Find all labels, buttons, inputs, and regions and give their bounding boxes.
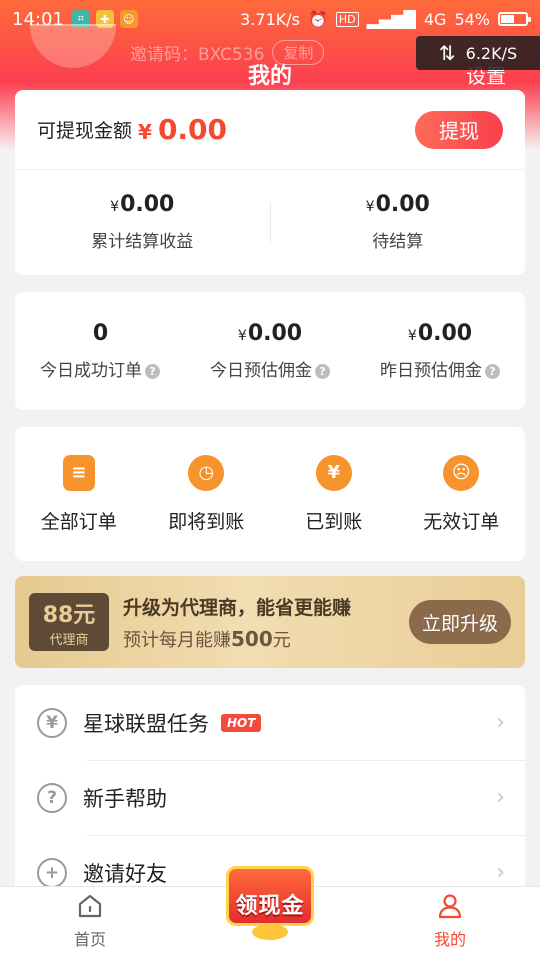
upgrade-button[interactable]: 立即升级 [409,600,511,644]
pending-settlement[interactable]: ¥0.00 待结算 [271,192,526,252]
pending-amount: 0.00 [375,192,430,217]
upgrade-title: 升级为代理商，能省更能赚 [123,596,352,619]
subtitle-amount: 500 [231,626,273,651]
currency-symbol: ¥ [365,199,375,215]
daily-stats-card: 0 今日成功订单? ¥0.00 今日预估佣金? ¥0.00 昨日预估佣金? [15,292,525,410]
nav-home-label: 首页 [73,930,106,949]
withdrawable-amount: ¥0.00 [138,113,227,146]
upgrade-subtitle: 预计每月能赚500元 [123,626,351,652]
balance-card: 可提现金额 ¥0.00 提现 ¥0.00 累计结算收益 ¥0.00 待结算 [15,90,525,275]
agent-price-badge: 88元 代理商 [29,593,109,651]
withdraw-button[interactable]: 提现 [415,110,503,149]
upgrade-text: 升级为代理商，能省更能赚 预计每月能赚500元 [123,593,351,652]
stat-number: 0.00 [247,321,303,346]
nav-home[interactable]: 首页 [0,887,180,960]
menu-label: 星球联盟任务 [83,711,209,736]
currency-symbol: ¥ [237,328,247,344]
stat-yesterday-commission[interactable]: ¥0.00 昨日预估佣金? [355,321,525,381]
cumulative-label: 累计结算收益 [91,232,194,252]
nav-mine-label: 我的 [433,930,466,949]
withdrawable-row: 可提现金额 ¥0.00 提现 [15,90,525,170]
cumulative-earnings[interactable]: ¥0.00 累计结算收益 [15,192,270,252]
transfer-arrows-icon: ⇅ [438,41,456,65]
stat-today-commission[interactable]: ¥0.00 今日预估佣金? [185,321,355,381]
hot-badge: HOT [221,713,262,732]
claim-cash-label: 领现金 [235,894,305,919]
yen-circle-icon: ¥ [37,707,67,738]
pending-value: ¥0.00 [271,192,526,217]
help-circle-icon: ? [37,782,67,813]
stat-label: 昨日预估佣金? [355,356,525,381]
cumulative-value: ¥0.00 [15,192,270,217]
menu-item-alliance-tasks[interactable]: ¥ 星球联盟任务 HOT › [15,685,525,760]
alarm-icon: ⏰ [307,9,328,29]
face-app-icon: ☺ [119,10,138,28]
sad-face-icon: ☹ [443,454,480,491]
stat-number: 0 [92,321,109,346]
signal-icon: ▂▄▆█ [366,9,416,29]
status-battery-text: 54% [454,9,490,29]
status-network: 4G [423,9,447,29]
menu-label: 邀请好友 [83,861,167,886]
currency-symbol: ¥ [110,199,120,215]
withdrawable-label: 可提现金额 [37,120,133,142]
badge-amount: 88元 [42,602,96,628]
stat-label-text: 昨日预估佣金 [380,361,482,381]
order-invalid[interactable]: ☹ 无效订单 [398,454,526,534]
subtitle-suffix: 元 [272,629,291,651]
subtitle-prefix: 预计每月能赚 [123,629,231,651]
stat-label: 今日预估佣金? [185,356,355,381]
orders-card: ≡ 全部订单 ◷ 即将到账 ¥ 已到账 ☹ 无效订单 [15,427,525,561]
order-label: 已到账 [305,510,363,533]
question-icon[interactable]: ? [145,364,160,379]
nav-mine[interactable]: 我的 [360,887,540,960]
home-icon [78,894,102,918]
pending-label: 待结算 [372,232,424,252]
question-icon[interactable]: ? [315,364,330,379]
order-label: 全部订单 [40,510,117,533]
stat-value: 0 [15,321,185,346]
status-net-speed: 3.71K/s [240,9,300,29]
stat-value: ¥0.00 [185,321,355,346]
order-received[interactable]: ¥ 已到账 [270,454,398,534]
order-label: 即将到账 [168,510,245,533]
currency-symbol: ¥ [138,120,152,144]
order-label: 无效订单 [423,510,500,533]
network-speed-overlay: ⇅ 6.2K/S [416,36,540,70]
clipboard-icon: ≡ [62,454,95,491]
agent-upgrade-banner[interactable]: 88元 代理商 升级为代理商，能省更能赚 预计每月能赚500元 立即升级 [15,576,525,668]
chevron-right-icon: › [496,785,505,810]
stat-number: 0.00 [417,321,473,346]
badge-label: 代理商 [49,632,89,648]
order-upcoming[interactable]: ◷ 即将到账 [143,454,271,534]
overlay-speed: 6.2K/S [465,43,518,63]
settlement-stats: ¥0.00 累计结算收益 ¥0.00 待结算 [15,170,525,274]
claim-cash-button[interactable]: 领现金 [222,862,318,942]
menu-item-help[interactable]: ? 新手帮助 › [15,760,525,835]
money-bag-icon: ¥ [315,454,352,491]
menu-label: 新手帮助 [83,786,167,811]
clock-icon: ◷ [188,454,225,491]
battery-icon [498,12,531,26]
coin-icon [252,924,288,940]
stat-value: ¥0.00 [355,321,525,346]
currency-symbol: ¥ [407,328,417,344]
stat-label-text: 今日预估佣金 [210,361,312,381]
withdrawable-value: 0.00 [157,113,228,146]
stat-label: 今日成功订单? [15,356,185,381]
stat-label-text: 今日成功订单 [40,361,142,381]
question-icon[interactable]: ? [485,364,500,379]
cumulative-amount: 0.00 [120,192,175,217]
chevron-right-icon: › [496,860,505,885]
order-all[interactable]: ≡ 全部订单 [15,454,143,534]
add-user-icon: + [37,857,67,888]
chevron-right-icon: › [496,710,505,735]
stat-today-orders[interactable]: 0 今日成功订单? [15,321,185,381]
hd-icon: HD [335,11,359,27]
user-icon [438,894,462,919]
